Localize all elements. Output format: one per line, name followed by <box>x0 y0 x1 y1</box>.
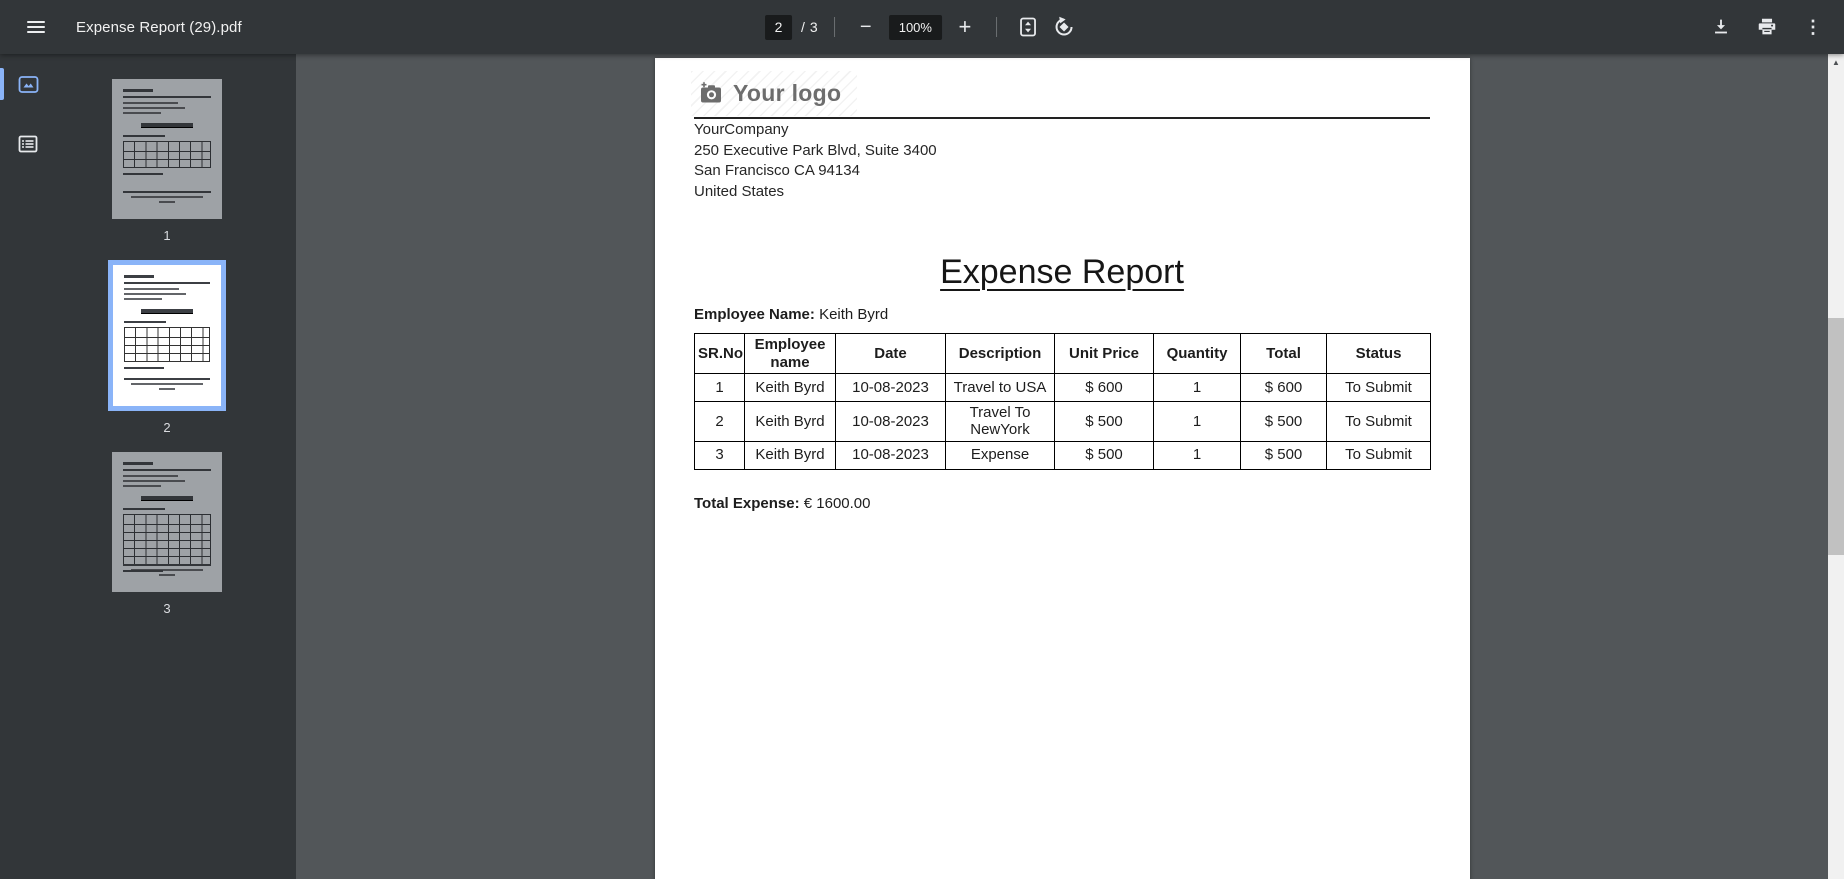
table-row: 3 Keith Byrd 10-08-2023 Expense $ 500 1 … <box>695 441 1431 469</box>
cell: $ 500 <box>1241 402 1327 442</box>
logo-text: Your logo <box>733 80 841 107</box>
cell: 1 <box>1154 374 1241 402</box>
header-cell: Quantity <box>1154 334 1241 374</box>
active-view-indicator <box>0 68 4 100</box>
header-cell: Status <box>1327 334 1431 374</box>
thumbnail-image <box>112 79 222 219</box>
toolbar-left: Expense Report (29).pdf <box>0 9 242 45</box>
total-expense-label: Total Expense: <box>694 495 800 512</box>
content-area: 1 <box>0 54 1844 879</box>
cell: To Submit <box>1327 402 1431 442</box>
cell: Keith Byrd <box>745 374 836 402</box>
scrollbar-thumb[interactable] <box>1828 318 1844 555</box>
cell: Keith Byrd <box>745 441 836 469</box>
company-logo: Your logo <box>691 71 857 116</box>
total-expense-value: € 1600.00 <box>804 495 871 512</box>
cell: 1 <box>695 374 745 402</box>
vertical-scrollbar[interactable]: ▲ <box>1828 54 1844 879</box>
thumbnail-label: 3 <box>163 601 170 616</box>
more-options-icon[interactable]: ⋮ <box>1798 12 1828 42</box>
thumbnail-image <box>113 265 221 406</box>
cell: To Submit <box>1327 441 1431 469</box>
cell: 1 <box>1154 441 1241 469</box>
cell: 10-08-2023 <box>836 402 946 442</box>
table-row: 2 Keith Byrd 10-08-2023 Travel To NewYor… <box>695 402 1431 442</box>
table-row: 1 Keith Byrd 10-08-2023 Travel to USA $ … <box>695 374 1431 402</box>
thumbnail-list: 1 <box>56 54 296 879</box>
cell: Travel to USA <box>946 374 1055 402</box>
fit-to-page-icon[interactable] <box>1013 12 1043 42</box>
selected-thumbnail-border <box>108 260 226 411</box>
report-title: Expense Report <box>694 252 1430 292</box>
document-title: Expense Report (29).pdf <box>76 19 242 36</box>
zoom-out-icon[interactable]: − <box>851 12 881 42</box>
cell: $ 600 <box>1241 374 1327 402</box>
cell: 10-08-2023 <box>836 374 946 402</box>
toolbar-right: ⋮ <box>1706 12 1844 42</box>
header-cell: Employee name <box>745 334 836 374</box>
employee-name-value: Keith Byrd <box>819 306 888 323</box>
zoom-level: 100% <box>889 15 942 40</box>
pdf-viewport: Your logo YourCompany 250 Executive Park… <box>296 54 1844 879</box>
employee-name-label: Employee Name: <box>694 306 815 323</box>
print-icon[interactable] <box>1752 12 1782 42</box>
toolbar-divider <box>996 17 997 37</box>
cell: Travel To NewYork <box>946 402 1055 442</box>
toolbar-divider <box>834 17 835 37</box>
thumbnail-label: 2 <box>163 420 170 435</box>
cell: 1 <box>1154 402 1241 442</box>
thumbnail-image <box>112 452 222 592</box>
pdf-viewer-app: Expense Report (29).pdf / 3 − 100% + <box>0 0 1844 879</box>
cell: 10-08-2023 <box>836 441 946 469</box>
page-separator: / <box>801 19 805 35</box>
page-number-input[interactable] <box>765 15 792 40</box>
thumbnail-page-2-selected[interactable]: 2 <box>108 260 226 435</box>
table-header-row: SR.No Employee name Date Description Uni… <box>695 334 1431 374</box>
company-name: YourCompany <box>694 120 937 141</box>
outline-view-icon[interactable] <box>0 122 56 166</box>
address-line: United States <box>694 182 937 203</box>
sidebar: 1 <box>0 54 296 879</box>
address-line: San Francisco CA 94134 <box>694 161 937 182</box>
cell: Keith Byrd <box>745 402 836 442</box>
header-cell: Date <box>836 334 946 374</box>
zoom-in-icon[interactable]: + <box>950 12 980 42</box>
address-line: 250 Executive Park Blvd, Suite 3400 <box>694 141 937 162</box>
cell: $ 500 <box>1241 441 1327 469</box>
toolbar: Expense Report (29).pdf / 3 − 100% + <box>0 0 1844 54</box>
camera-icon <box>699 82 723 105</box>
download-icon[interactable] <box>1706 12 1736 42</box>
toolbar-center: / 3 − 100% + <box>765 0 1079 54</box>
pdf-page-2: Your logo YourCompany 250 Executive Park… <box>655 58 1470 879</box>
total-expense-line: Total Expense: € 1600.00 <box>694 495 871 512</box>
sidebar-rail <box>0 54 56 879</box>
employee-name-line: Employee Name: Keith Byrd <box>694 306 888 323</box>
thumbnail-page-3[interactable]: 3 <box>112 452 222 616</box>
cell: To Submit <box>1327 374 1431 402</box>
header-divider <box>694 117 1430 119</box>
expense-table: SR.No Employee name Date Description Uni… <box>694 333 1431 470</box>
header-cell: Total <box>1241 334 1327 374</box>
header-cell: Description <box>946 334 1055 374</box>
cell: $ 500 <box>1055 402 1154 442</box>
page-count: 3 <box>810 19 818 35</box>
rotate-icon[interactable] <box>1049 12 1079 42</box>
thumbnails-view-icon[interactable] <box>0 62 56 106</box>
thumbnail-page-1[interactable]: 1 <box>112 79 222 243</box>
menu-icon[interactable] <box>18 9 54 45</box>
cell: 2 <box>695 402 745 442</box>
header-cell: Unit Price <box>1055 334 1154 374</box>
scroll-up-arrow[interactable]: ▲ <box>1828 54 1844 70</box>
header-cell: SR.No <box>695 334 745 374</box>
cell: $ 600 <box>1055 374 1154 402</box>
cell: $ 500 <box>1055 441 1154 469</box>
thumbnail-label: 1 <box>163 228 170 243</box>
company-address: YourCompany 250 Executive Park Blvd, Sui… <box>694 120 937 202</box>
cell: 3 <box>695 441 745 469</box>
cell: Expense <box>946 441 1055 469</box>
